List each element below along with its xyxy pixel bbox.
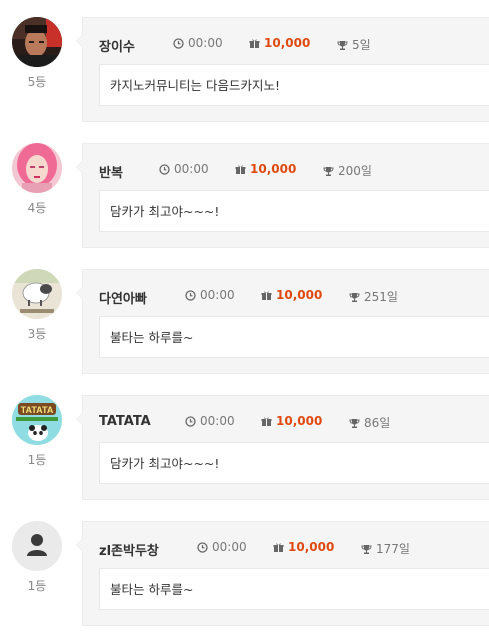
comment-meta: 반복 00:00 10,000 200일 bbox=[99, 162, 489, 181]
rank-label: 1등 bbox=[27, 579, 47, 593]
points-info: 10,000 bbox=[261, 414, 322, 428]
avatar[interactable] bbox=[12, 521, 62, 571]
gift-icon bbox=[273, 543, 284, 552]
trophy-icon bbox=[349, 293, 360, 302]
comment-item: 4등 반복 00:00 10,000 200일 담카가 최고야~~~! bbox=[0, 143, 489, 255]
author-name[interactable]: TATATA bbox=[99, 414, 151, 429]
trophy-icon bbox=[349, 419, 360, 428]
trophy-icon bbox=[361, 545, 372, 554]
comment-meta: TATATA 00:00 10,000 86일 bbox=[99, 414, 489, 430]
comment-card: 장이수 00:00 10,000 5일 카지노커뮤니티는 다음드카지노! bbox=[76, 17, 489, 122]
clock-icon bbox=[197, 542, 208, 553]
time-info: 00:00 bbox=[197, 540, 247, 554]
points-value: 10,000 bbox=[276, 288, 323, 302]
default-user-icon bbox=[12, 521, 62, 571]
avatar[interactable] bbox=[12, 17, 62, 67]
message-box: 불타는 하루를~ bbox=[99, 568, 489, 610]
time-info: 00:00 bbox=[159, 162, 209, 176]
points-info: 10,000 bbox=[235, 162, 296, 176]
days-value: 177일 bbox=[376, 542, 410, 556]
comment-item: 1등 zl존박두창 00:00 10,000 177일 불타는 하루를~ bbox=[0, 521, 489, 633]
rank-label: 5등 bbox=[27, 75, 47, 89]
comment-card: TATATA 00:00 10,000 86일 담카가 최고야~~~! bbox=[76, 395, 489, 500]
author-name[interactable]: 반복 bbox=[99, 162, 123, 181]
time-value: 00:00 bbox=[174, 162, 209, 176]
comment-meta: 장이수 00:00 10,000 5일 bbox=[99, 36, 489, 55]
days-info: 251일 bbox=[349, 288, 398, 305]
author-name[interactable]: 다연아빠 bbox=[99, 288, 147, 307]
time-value: 00:00 bbox=[200, 414, 235, 428]
points-info: 10,000 bbox=[249, 36, 310, 50]
days-value: 200일 bbox=[338, 164, 372, 178]
time-value: 00:00 bbox=[212, 540, 247, 554]
comment-item: 5등 장이수 00:00 10,000 5일 카지노커뮤니티는 다음드카지노! bbox=[0, 17, 489, 129]
comment-card: 다연아빠 00:00 10,000 251일 불타는 하루를~ bbox=[76, 269, 489, 374]
comment-card: 반복 00:00 10,000 200일 담카가 최고야~~~! bbox=[76, 143, 489, 248]
gift-icon bbox=[249, 39, 260, 48]
gift-icon bbox=[261, 291, 272, 300]
message-box: 담카가 최고야~~~! bbox=[99, 190, 489, 232]
woman-portrait-icon bbox=[12, 143, 62, 193]
gift-icon bbox=[261, 417, 272, 426]
points-value: 10,000 bbox=[250, 162, 297, 176]
points-value: 10,000 bbox=[288, 540, 335, 554]
avatar[interactable] bbox=[12, 269, 62, 319]
avatar[interactable] bbox=[12, 143, 62, 193]
message-box: 불타는 하루를~ bbox=[99, 316, 489, 358]
message-box: 카지노커뮤니티는 다음드카지노! bbox=[99, 64, 489, 106]
rank-label: 3등 bbox=[27, 327, 47, 341]
points-info: 10,000 bbox=[273, 540, 334, 554]
author-name[interactable]: zl존박두창 bbox=[99, 540, 159, 559]
time-value: 00:00 bbox=[188, 36, 223, 50]
clock-icon bbox=[159, 164, 170, 175]
tatata-panda-logo-icon: TATATA bbox=[12, 395, 62, 445]
days-value: 86일 bbox=[364, 416, 391, 430]
trophy-icon bbox=[337, 41, 348, 50]
trophy-icon bbox=[323, 167, 334, 176]
avatar[interactable]: TATATA bbox=[12, 395, 62, 445]
points-value: 10,000 bbox=[264, 36, 311, 50]
clock-icon bbox=[173, 38, 184, 49]
cartoon-sheep-icon bbox=[12, 269, 62, 319]
time-info: 00:00 bbox=[185, 288, 235, 302]
days-info: 5일 bbox=[337, 36, 371, 53]
time-info: 00:00 bbox=[173, 36, 223, 50]
message-box: 담카가 최고야~~~! bbox=[99, 442, 489, 484]
time-info: 00:00 bbox=[185, 414, 235, 428]
rank-label: 1등 bbox=[27, 453, 47, 467]
rank-label: 4등 bbox=[27, 201, 47, 215]
comment-meta: zl존박두창 00:00 10,000 177일 bbox=[99, 540, 489, 559]
author-name[interactable]: 장이수 bbox=[99, 36, 135, 55]
days-value: 251일 bbox=[364, 290, 398, 304]
comment-item: 3등 다연아빠 00:00 10,000 251일 불타는 하루를~ bbox=[0, 269, 489, 381]
comment-meta: 다연아빠 00:00 10,000 251일 bbox=[99, 288, 489, 307]
gift-icon bbox=[235, 165, 246, 174]
man-portrait-icon bbox=[12, 17, 62, 67]
comment-item: TATATA 1등 TATATA 00:00 10,000 86일 담카가 최고… bbox=[0, 395, 489, 507]
days-info: 177일 bbox=[361, 540, 410, 557]
points-value: 10,000 bbox=[276, 414, 323, 428]
avatar-logo-text: TATATA bbox=[21, 405, 54, 415]
days-value: 5일 bbox=[352, 38, 371, 52]
clock-icon bbox=[185, 290, 196, 301]
days-info: 200일 bbox=[323, 162, 372, 179]
days-info: 86일 bbox=[349, 414, 390, 431]
time-value: 00:00 bbox=[200, 288, 235, 302]
points-info: 10,000 bbox=[261, 288, 322, 302]
clock-icon bbox=[185, 416, 196, 427]
comment-card: zl존박두창 00:00 10,000 177일 불타는 하루를~ bbox=[76, 521, 489, 626]
